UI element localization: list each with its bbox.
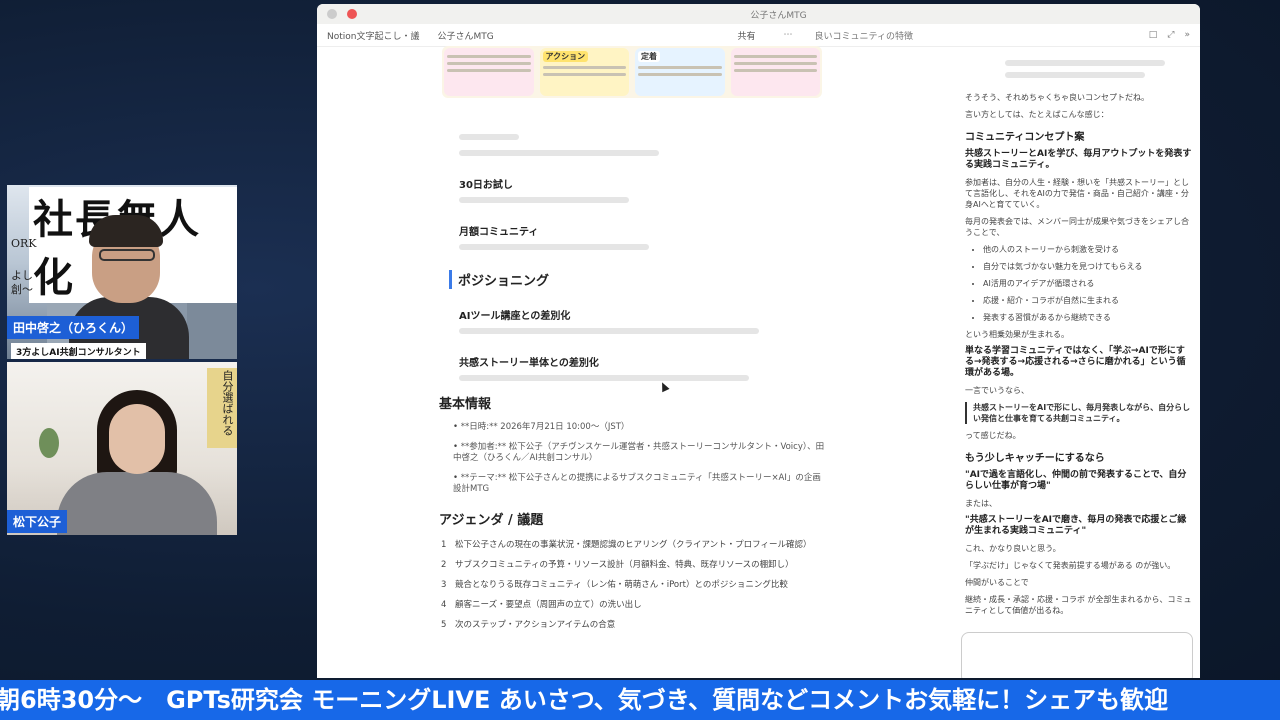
agenda-item: 3 競合となりうる既存コミュニティ（レン佑・萌萌さん・iPort）とのポジショニン… (441, 580, 788, 590)
chat-text: 毎月の発表会では、メンバー同士が成果や気づきをシェアし合うことで、 (965, 217, 1189, 237)
basic-info-bullet: **テーマ:** 松下公子さんとの提携によるサブスクコミュニティ「共感ストーリー… (453, 473, 829, 495)
chat-bullets: 他の人のストーリーから刺激を受ける 自分では気づかない魅力を見つけてもらえる A… (965, 244, 1192, 323)
chat-bullet: AI活用のアイデアが循環される (983, 278, 1192, 289)
ticker-banner: 朝6時30分〜 GPTs研究会 モーニングLIVE あいさつ、気づき、質問などコ… (0, 680, 1280, 720)
blurred-text (459, 244, 649, 250)
close-icon[interactable]: » (1185, 30, 1191, 40)
window-dot[interactable] (327, 9, 337, 19)
chat-input[interactable] (961, 632, 1193, 678)
chat-quote: 共感ストーリーをAIで形にし、毎月発表しながら、自分らしい発信と仕事を育てる共創… (965, 402, 1192, 424)
blurred-text (459, 134, 519, 140)
blurred-text (459, 150, 659, 156)
chat-title: 良いコミュニティの特徴 (814, 31, 913, 42)
glasses (99, 249, 155, 261)
mindmap-node (444, 48, 534, 96)
chat-bullet: 発表する習慣があるから継続できる (983, 312, 1192, 323)
chat-heading: コミュニティコンセプト案 (965, 132, 1085, 143)
positioning-item-title: AIツール講座との差別化 (459, 311, 571, 322)
blurred-text (1005, 72, 1145, 78)
basic-info-heading: 基本情報 (439, 397, 492, 412)
background-side-text: 創〜 (11, 283, 33, 296)
basic-info-bullet: **日時:** 2026年7月21日 10:00〜（JST） (453, 422, 829, 433)
participant-video-2: 自分選ばれる 松下公子 (7, 362, 237, 535)
book: 自分選ばれる (207, 368, 237, 448)
participant-hair (89, 215, 163, 247)
doc-item-title: 30日お試し (459, 180, 513, 191)
share-button[interactable]: 共有 (738, 29, 756, 42)
chat-text: 継続・成長・承認・応援・コラボ が全部生まれるから、コミュニティとして価値が出る… (965, 595, 1192, 615)
participant-subtitle: 3方よしAI共創コンサルタント (11, 343, 146, 359)
bookmark-icon[interactable]: □ (1149, 30, 1158, 40)
positioning-heading: ポジショニング (449, 270, 829, 289)
background-side-text: ORK (11, 237, 37, 250)
mindmap-node: アクション (539, 48, 629, 96)
agenda-item: 2 サブスクコミュニティの予算・リソース設計（月額料金、特典、既存リソースの棚卸し… (441, 560, 794, 570)
chat-text: 仲間がいることで (965, 578, 1029, 587)
chat-text: これ、かなり良いと思う。 (965, 544, 1061, 553)
basic-info-bullet: **参加者:** 松下公子（アチヴンスケール運営者・共感ストーリーコンサルタント… (453, 442, 829, 464)
more-icon[interactable]: ⋯ (784, 30, 793, 40)
chat-text: って感じだね。 (965, 431, 1021, 440)
notion-toolbar: Notion文字起こし・議 公子さんMTG 共有 ⋯ 良いコミュニティの特徴 □… (317, 24, 1200, 47)
agenda-item: 1 松下公子さんの現在の事業状況・課題認識のヒアリング（クライアント・プロフィール… (441, 540, 812, 550)
chat-text: 言い方としては、たとえばこんな感じ： (965, 110, 1109, 119)
agenda-item: 4 顧客ニーズ・要望点（周囲声の立て）の洗い出し (441, 600, 642, 610)
browser-titlebar: 公子さんMTG (317, 4, 1200, 24)
participant-video-1: 社長無人化 ORK よし 創〜 田中啓之（ひろくん） 3方よしAI共創コンサルタ… (7, 185, 237, 359)
blurred-text (1005, 60, 1165, 66)
mindmap-node (730, 48, 820, 96)
document-content: 30日お試し 月額コミュニティ ポジショニング AIツール講座との差別化 共感ス… (439, 134, 829, 638)
chat-bullet: 応援・紹介・コラボが自然に生まれる (983, 295, 1192, 306)
mindmap-node: 定着 (635, 48, 725, 96)
shared-screen-window: 公子さんMTG Notion文字起こし・議 公子さんMTG 共有 ⋯ 良いコミュ… (317, 4, 1200, 678)
blurred-text (459, 375, 749, 381)
chat-text: 「学ぶだけ」じゃなくて発表前提する場がある のが強い。 (965, 561, 1176, 570)
chat-text: そうそう、それめちゃくちゃ良いコンセプトだね。 (965, 93, 1149, 102)
chat-bullet: 他の人のストーリーから刺激を受ける (983, 244, 1192, 255)
chat-text: という相乗効果が生まれる。 (965, 330, 1069, 339)
blurred-text (459, 328, 759, 334)
participant-body (57, 472, 217, 535)
breadcrumb[interactable]: 公子さんMTG (437, 29, 493, 42)
agenda-item: 5 次のステップ・アクションアイテムの合意 (441, 620, 616, 630)
chat-text: 参加者は、自分の人生・経験・想いを「共感ストーリー」として言語化し、それをAIの… (965, 178, 1189, 209)
chat-bullet: 自分では気づかない魅力を見つけてもらえる (983, 261, 1192, 272)
mindmap-image: アクション 定着 (442, 46, 822, 98)
ticker-text: 朝6時30分〜 GPTs研究会 モーニングLIVE あいさつ、気づき、質問などコ… (0, 686, 1169, 714)
ai-chat-pane: そうそう、それめちゃくちゃ良いコンセプトだね。 言い方としては、たとえばこんな感… (955, 46, 1200, 678)
window-title: 公子さんMTG (750, 10, 807, 21)
chat-heading: もう少しキャッチーにするなら (965, 453, 1105, 464)
chat-text: "AIで過を言語化し、仲間の前で発表することで、自分らしい仕事が育つ場" (965, 470, 1187, 491)
participant-name-tag: 松下公子 (7, 510, 68, 533)
blurred-text (459, 197, 629, 203)
expand-icon[interactable]: ⤢ (1167, 30, 1174, 40)
agenda-heading: アジェンダ / 議題 (439, 513, 544, 528)
chat-text: "共感ストーリーをAIで磨き、毎月の発表で応援とご縁が生まれる実践コミュニティ" (965, 515, 1187, 536)
participant-name-tag: 田中啓之（ひろくん） (7, 316, 140, 339)
document-pane: アクション 定着 30日お試し 月額コミュニティ ポジショニング AIツール講座… (317, 46, 937, 678)
participant-face (109, 404, 165, 474)
window-dot[interactable] (347, 9, 357, 19)
positioning-item-title: 共感ストーリー単体との差別化 (459, 358, 599, 369)
plant (39, 428, 59, 458)
chat-text: 一言でいうなら、 (965, 386, 1029, 395)
chat-text: 共感ストーリーとAIを学び、毎月アウトプットを発表する実践コミュニティ。 (965, 149, 1192, 170)
chat-text: または、 (965, 499, 997, 508)
breadcrumb[interactable]: Notion文字起こし・議 (327, 29, 419, 42)
chat-text: 単なる学習コミュニティではなく、「学ぶ→AIで形にする→発表する→応援される→さ… (965, 346, 1186, 378)
doc-item-title: 月額コミュニティ (459, 227, 539, 238)
